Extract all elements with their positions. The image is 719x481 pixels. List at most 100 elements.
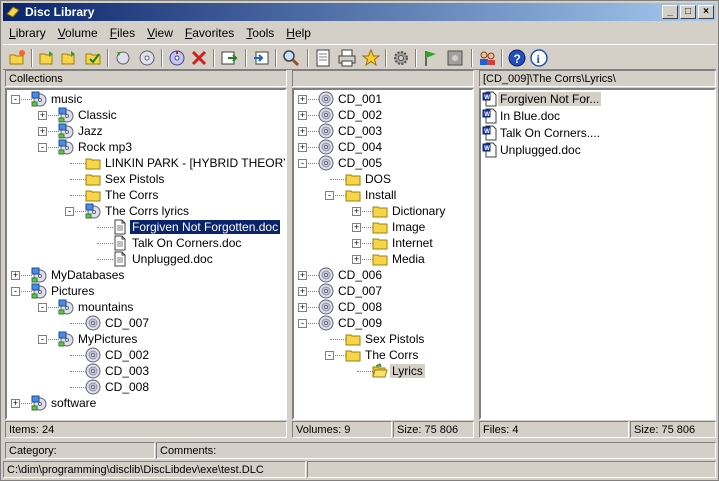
tree-node[interactable]: + CD_007 <box>294 283 472 299</box>
tree-node[interactable]: - music <box>7 91 285 107</box>
expand-button[interactable]: + <box>298 303 307 312</box>
menu-view[interactable]: View <box>141 23 179 43</box>
new-library-button[interactable] <box>7 48 27 68</box>
tree-node[interactable]: The Corrs <box>7 187 285 203</box>
expand-button[interactable]: + <box>38 127 47 136</box>
tree-node[interactable]: + CD_004 <box>294 139 472 155</box>
users-button[interactable] <box>477 48 497 68</box>
flag-button[interactable] <box>421 48 441 68</box>
file-list-item[interactable]: W In Blue.doc <box>481 108 714 124</box>
tree-node[interactable]: - Rock mp3 <box>7 139 285 155</box>
import-button[interactable] <box>251 48 271 68</box>
title-bar[interactable]: Disc Library _ □ × <box>3 3 716 21</box>
menu-help[interactable]: Help <box>280 23 317 43</box>
collections-tree[interactable]: - music + Classic + Jazz - Rock mp3 LINKIN PARK … <box>5 88 287 420</box>
collapse-button[interactable]: - <box>298 319 307 328</box>
menu-library[interactable]: Library <box>3 23 52 43</box>
tree-node[interactable]: CD_002 <box>7 347 285 363</box>
tree-node[interactable]: + Classic <box>7 107 285 123</box>
delete-button[interactable] <box>189 48 209 68</box>
search-button[interactable] <box>281 48 301 68</box>
tree-node[interactable]: Talk On Corners.doc <box>7 235 285 251</box>
collapse-button[interactable]: - <box>38 303 47 312</box>
expand-button[interactable]: + <box>352 255 361 264</box>
file-list-item[interactable]: W Unplugged.doc <box>481 142 714 158</box>
tree-node[interactable]: + Jazz <box>7 123 285 139</box>
tree-node[interactable]: - Install <box>294 187 472 203</box>
tree-node[interactable]: Lyrics <box>294 363 472 379</box>
expand-button[interactable]: + <box>352 223 361 232</box>
settings-gear-button[interactable] <box>391 48 411 68</box>
expand-button[interactable]: + <box>11 271 20 280</box>
expand-button[interactable]: + <box>298 127 307 136</box>
collapse-button[interactable]: - <box>65 207 74 216</box>
about-button[interactable]: i <box>529 48 549 68</box>
scan-disc-button[interactable] <box>167 48 187 68</box>
file-list-item[interactable]: W Forgiven Not For... <box>481 91 714 107</box>
tree-node[interactable]: + CD_006 <box>294 267 472 283</box>
tree-node[interactable]: + CD_003 <box>294 123 472 139</box>
refresh-disc-button[interactable] <box>113 48 133 68</box>
menu-files[interactable]: Files <box>104 23 141 43</box>
tree-node[interactable]: Sex Pistols <box>7 171 285 187</box>
tree-node[interactable]: CD_008 <box>7 379 285 395</box>
tree-node[interactable]: + Dictionary <box>294 203 472 219</box>
export-button[interactable] <box>219 48 239 68</box>
expand-button[interactable]: + <box>298 287 307 296</box>
expand-button[interactable]: + <box>38 111 47 120</box>
tree-node[interactable]: - The Corrs lyrics <box>7 203 285 219</box>
tree-node[interactable]: DOS <box>294 171 472 187</box>
info-panel-button[interactable] <box>445 48 465 68</box>
expand-button[interactable]: + <box>298 143 307 152</box>
tree-node[interactable]: + MyDatabases <box>7 267 285 283</box>
expand-button[interactable]: + <box>352 207 361 216</box>
tree-node[interactable]: + Internet <box>294 235 472 251</box>
close-button[interactable]: × <box>698 5 714 19</box>
expand-button[interactable]: + <box>298 271 307 280</box>
splitter-left[interactable] <box>287 70 292 438</box>
tree-node[interactable]: CD_003 <box>7 363 285 379</box>
collapse-button[interactable]: - <box>38 335 47 344</box>
tree-node[interactable]: CD_007 <box>7 315 285 331</box>
tree-node[interactable]: + Media <box>294 251 472 267</box>
expand-button[interactable]: + <box>298 111 307 120</box>
splitter-right[interactable] <box>474 70 479 438</box>
menu-volume[interactable]: Volume <box>52 23 104 43</box>
menu-favorites[interactable]: Favorites <box>179 23 240 43</box>
tree-node[interactable]: - mountains <box>7 299 285 315</box>
collapse-button[interactable]: - <box>11 287 20 296</box>
help-button[interactable]: ? <box>507 48 527 68</box>
menu-tools[interactable]: Tools <box>240 23 280 43</box>
print-button[interactable] <box>337 48 357 68</box>
checked-folder-button[interactable] <box>83 48 103 68</box>
minimize-button[interactable]: _ <box>662 5 678 19</box>
tree-node[interactable]: Forgiven Not Forgotten.doc <box>7 219 285 235</box>
expand-button[interactable]: + <box>298 95 307 104</box>
collapse-button[interactable]: - <box>38 143 47 152</box>
tree-node[interactable]: - CD_009 <box>294 315 472 331</box>
expand-button[interactable]: + <box>11 399 20 408</box>
tree-node[interactable]: + Image <box>294 219 472 235</box>
tree-node[interactable]: - Pictures <box>7 283 285 299</box>
tree-node[interactable]: Sex Pistols <box>294 331 472 347</box>
tree-node[interactable]: LINKIN PARK - [HYBRID THEORY] <box>7 155 285 171</box>
collapse-button[interactable]: - <box>298 159 307 168</box>
tree-node[interactable]: - MyPictures <box>7 331 285 347</box>
tree-node[interactable]: + CD_008 <box>294 299 472 315</box>
properties-button[interactable] <box>313 48 333 68</box>
collapse-button[interactable]: - <box>11 95 20 104</box>
tree-node[interactable]: Unplugged.doc <box>7 251 285 267</box>
disc-button[interactable] <box>137 48 157 68</box>
collapse-button[interactable]: - <box>325 351 334 360</box>
tree-node[interactable]: + CD_002 <box>294 107 472 123</box>
volumes-tree[interactable]: + CD_001 + CD_002 + CD_003 + CD_004 - CD_005 DOS - I… <box>292 88 474 420</box>
files-list[interactable]: W Forgiven Not For... W In Blue.doc W Talk On… <box>479 88 716 420</box>
collapse-button[interactable]: - <box>325 191 334 200</box>
tree-node[interactable]: + CD_001 <box>294 91 472 107</box>
tree-node[interactable]: + software <box>7 395 285 411</box>
open-folder-button[interactable] <box>37 48 57 68</box>
maximize-button[interactable]: □ <box>680 5 696 19</box>
expand-button[interactable]: + <box>352 239 361 248</box>
tree-node[interactable]: - CD_005 <box>294 155 472 171</box>
favorites-star-button[interactable] <box>361 48 381 68</box>
